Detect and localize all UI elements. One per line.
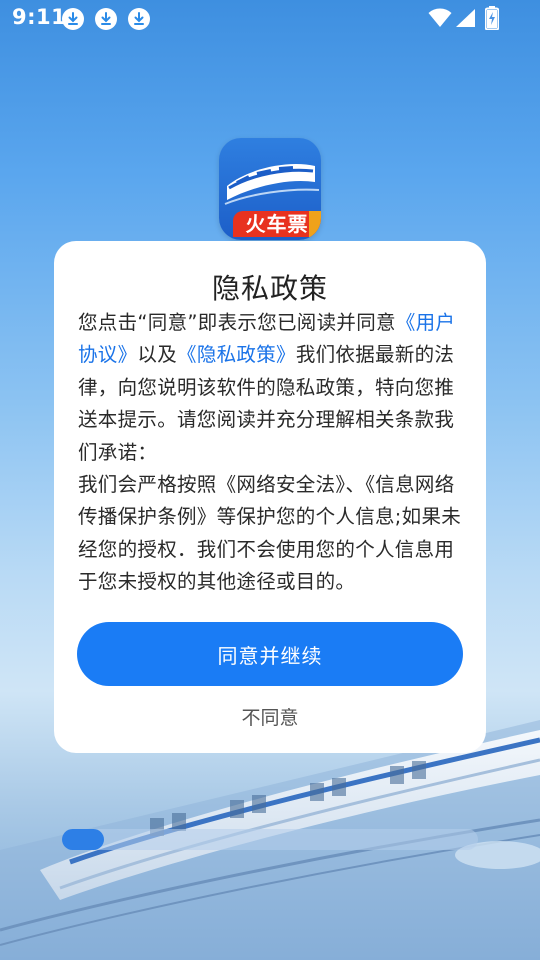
signal-icon (456, 9, 475, 27)
body-text: 您点击“同意”即表示您已阅读并同意 (78, 311, 396, 334)
dialog-title: 隐私政策 (211, 272, 328, 305)
download-icon (95, 8, 117, 30)
download-icon (128, 8, 150, 30)
privacy-dialog: 隐私政策 您点击“同意”即表示您已阅读并同意《用户协议》以及《隐私政策》我们依据… (54, 241, 486, 753)
app-icon-label: 火车票 (233, 211, 321, 237)
body-text: 我们会严格按照《网络安全法》、《信息网络传播保护条例》等保护您的个人信息;如果未… (78, 473, 462, 594)
wifi-icon (428, 8, 452, 27)
loading-progress-fill (62, 829, 104, 850)
dialog-body: 您点击“同意”即表示您已阅读并同意《用户协议》以及《隐私政策》我们依据最新的法律… (78, 307, 464, 599)
loading-progress-bar (62, 829, 478, 850)
app-icon: 火车票 (219, 138, 321, 240)
privacy-policy-link[interactable]: 《隐私政策》 (177, 343, 296, 366)
decline-button[interactable]: 不同意 (54, 703, 486, 733)
download-icon (62, 8, 84, 30)
battery-charging-icon (485, 6, 499, 30)
status-bar: 9:11 (0, 0, 540, 36)
status-time: 9:11 (12, 5, 67, 29)
app-icon-accent (309, 211, 321, 237)
agree-continue-button[interactable]: 同意并继续 (77, 622, 463, 686)
body-text: 以及 (137, 343, 178, 367)
